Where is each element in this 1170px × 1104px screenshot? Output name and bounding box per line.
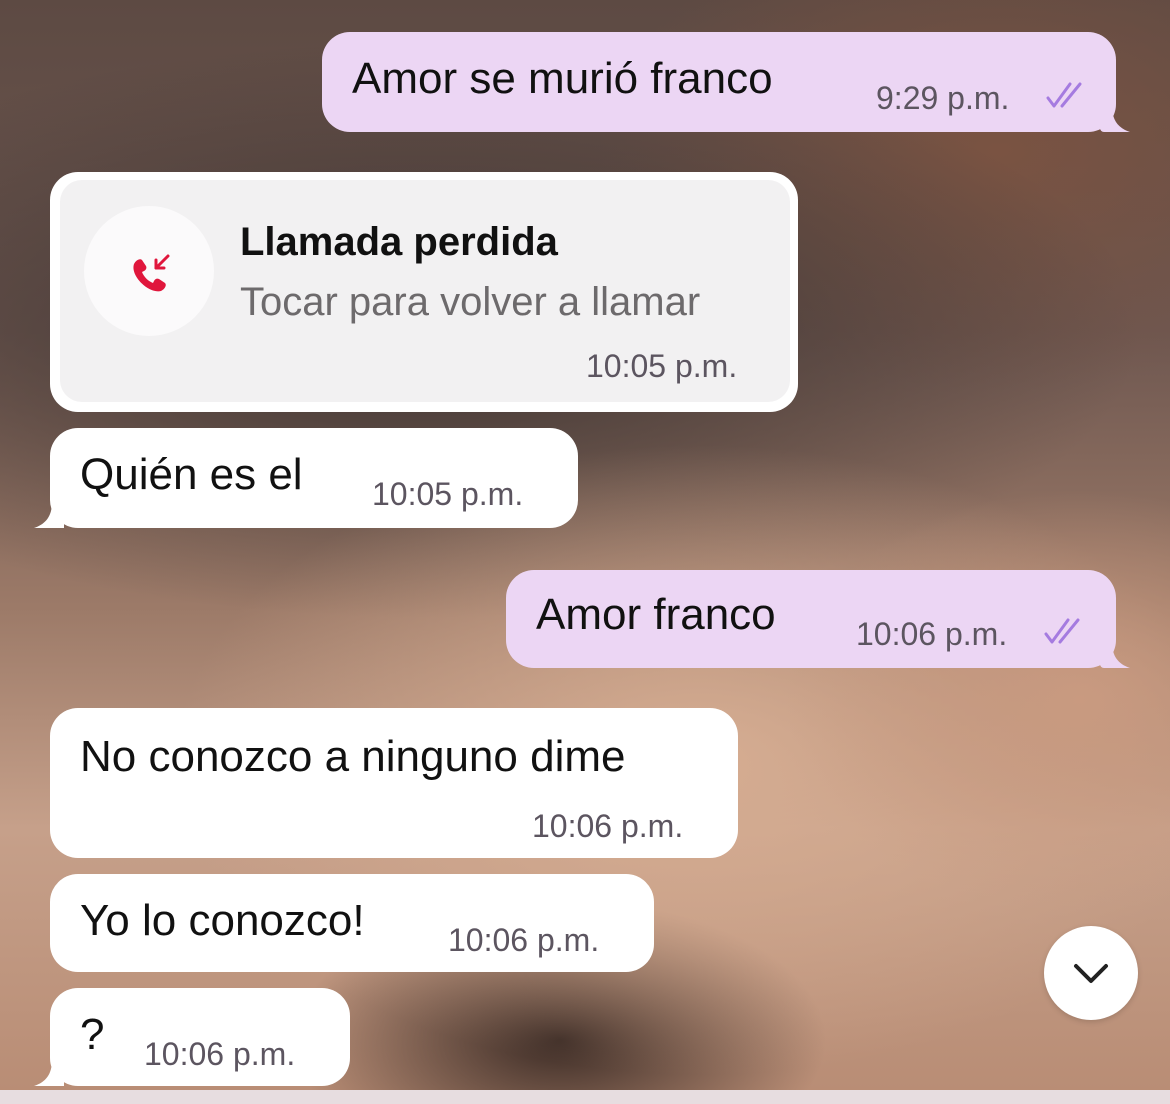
- missed-call-icon: [133, 254, 170, 292]
- message-bubble-outgoing[interactable]: Amor franco 10:06 p.m.: [506, 570, 1116, 668]
- message-text: Yo lo conozco!: [80, 896, 365, 945]
- message-time: 10:06 p.m.: [144, 1036, 296, 1072]
- message-time: 9:29 p.m.: [876, 80, 1010, 116]
- message-text: Amor franco: [536, 590, 776, 639]
- message-text: ?: [80, 1010, 105, 1059]
- call-subtitle: Tocar para volver a llamar: [240, 280, 701, 324]
- double-check-icon: [1046, 82, 1082, 108]
- message-bubble-incoming[interactable]: ? 10:06 p.m.: [50, 988, 350, 1086]
- scroll-to-bottom-button[interactable]: [1044, 926, 1138, 1020]
- call-title: Llamada perdida: [240, 220, 558, 264]
- input-bar-edge: [0, 1090, 1170, 1104]
- missed-call-card[interactable]: Llamada perdida Tocar para volver a llam…: [60, 180, 790, 402]
- message-bubble-incoming[interactable]: Quién es el 10:05 p.m.: [50, 428, 578, 528]
- message-time: 10:05 p.m.: [372, 476, 524, 512]
- message-text: Quién es el: [80, 450, 303, 499]
- message-time: 10:06 p.m.: [532, 808, 684, 844]
- double-check-icon: [1044, 618, 1080, 644]
- message-time: 10:06 p.m.: [856, 616, 1008, 652]
- message-bubble-incoming[interactable]: Yo lo conozco! 10:06 p.m.: [50, 874, 654, 972]
- message-time: 10:05 p.m.: [586, 348, 738, 384]
- message-bubble-incoming[interactable]: No conozco a ninguno dime 10:06 p.m.: [50, 708, 738, 858]
- chevron-down-icon: [1074, 964, 1108, 983]
- message-text: Amor se murió franco: [352, 54, 773, 103]
- message-text: No conozco a ninguno dime: [80, 732, 626, 781]
- message-bubble-outgoing[interactable]: Amor se murió franco 9:29 p.m.: [322, 32, 1116, 132]
- message-time: 10:06 p.m.: [448, 922, 600, 958]
- missed-call-icon-circle: [84, 206, 214, 336]
